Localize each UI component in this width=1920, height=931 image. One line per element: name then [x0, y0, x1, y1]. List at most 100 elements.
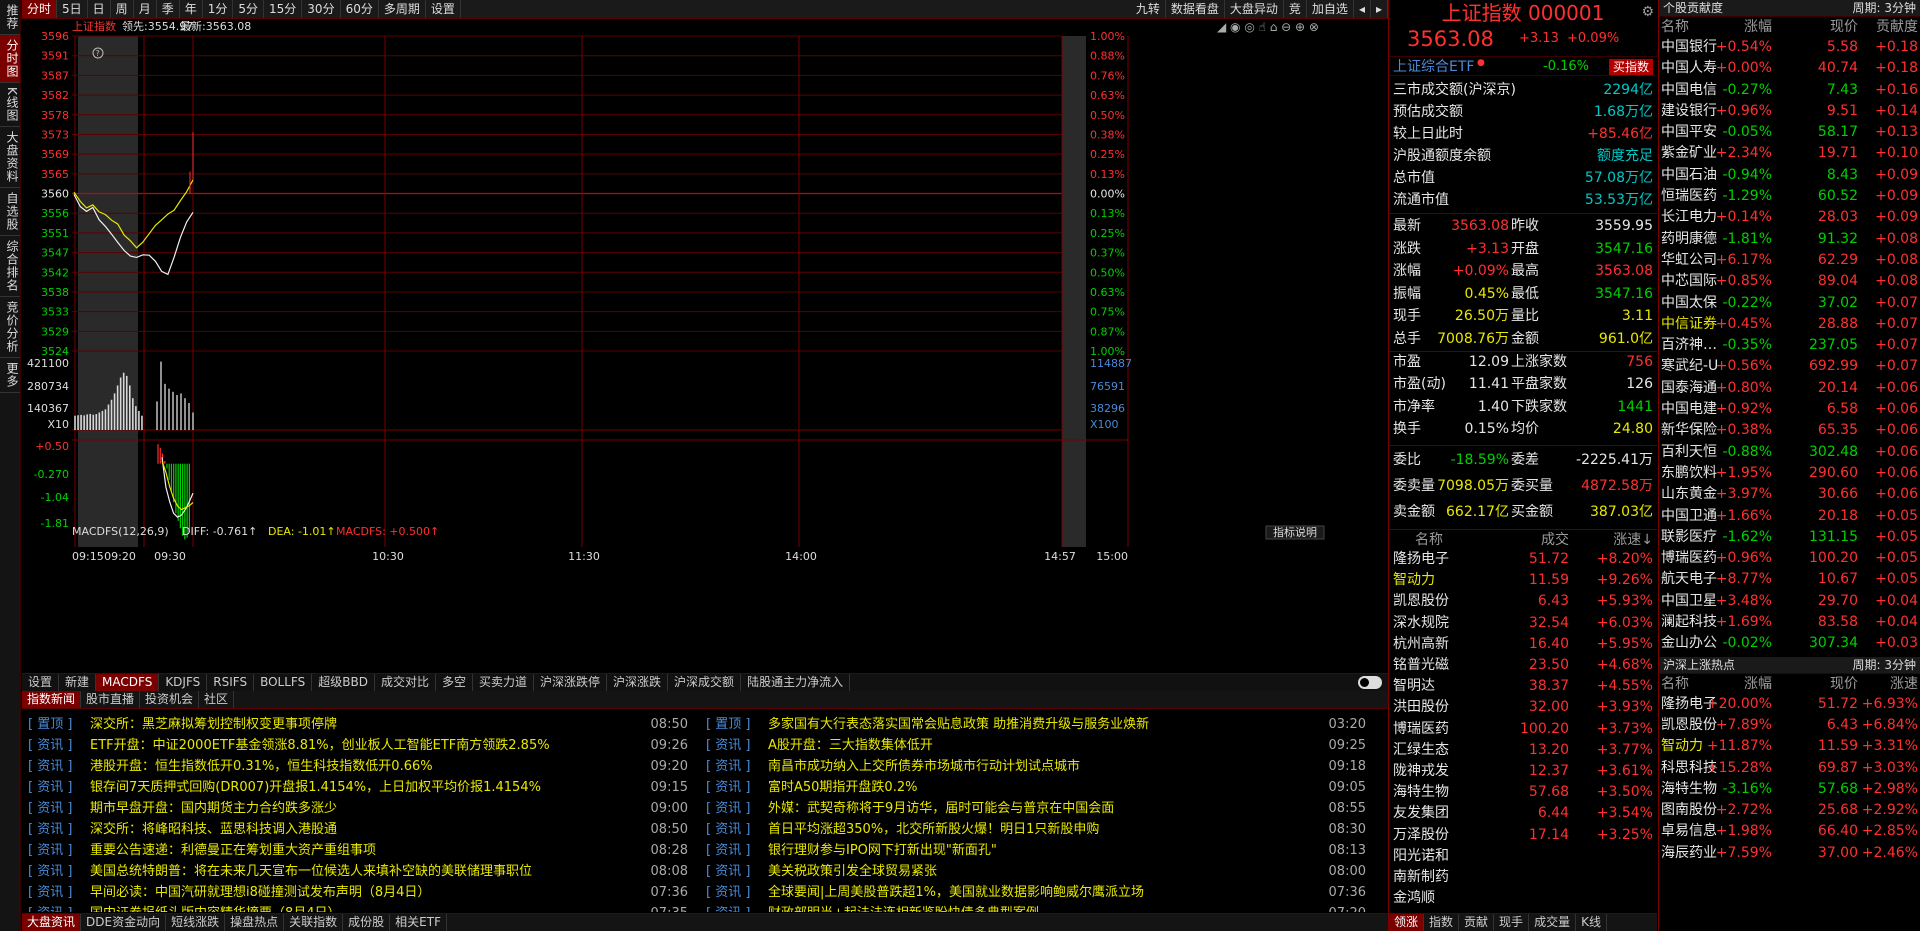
gainers-col-speed[interactable]: 涨速↓ — [1613, 531, 1653, 549]
hot-col-speed[interactable]: 涨速 — [1890, 674, 1918, 694]
contrib-row[interactable]: 百利天恒 -0.88% 302.48 +0.06 — [1659, 442, 1920, 463]
contrib-row[interactable]: 中信证券 +0.45% 28.88 +0.07 — [1659, 314, 1920, 335]
period-30min[interactable]: 30分 — [302, 0, 341, 18]
hot-row[interactable]: 隆扬电子 +20.00% 51.72 +6.93% — [1659, 694, 1920, 715]
news-title[interactable]: ETF开盘：中证2000ETF基金领涨8.81%，创业板人工智能ETF南方领跌2… — [90, 735, 650, 756]
gainer-row[interactable]: 汇绿生态 13.20 +3.77% — [1389, 740, 1657, 761]
indicator-kdjfs-tab[interactable]: KDJFS — [159, 674, 208, 691]
news-item[interactable]: [ 资讯 ] 财政部明当+起法法连相新鉴盼快债多典型案例 07:20 — [700, 903, 1372, 912]
sidebar-timeshare[interactable]: 分时图 — [0, 35, 20, 83]
news-item[interactable]: [ 资讯 ] 银存间7天质押式回购(DR007)开盘报1.4154%，上日加权平… — [22, 777, 694, 798]
news-item[interactable]: [ 置顶 ] 深交所：黑芝麻拟筹划控制权变更事项停牌 08:50 — [22, 714, 694, 735]
hot-col-pct[interactable]: 涨幅 — [1744, 674, 1772, 694]
rp-tab-index[interactable]: 指数 — [1424, 914, 1460, 931]
hot-period-select[interactable]: 周期: 3分钟 — [1853, 657, 1917, 674]
settings-button[interactable]: 设置 — [426, 0, 461, 18]
news-item[interactable]: [ 资讯 ] 期市早盘开盘：国内期货主力合约跌多涨少 09:00 — [22, 798, 694, 819]
news-title[interactable]: 港股开盘：恒生指数低开0.31%，恒生科技指数低开0.66% — [90, 756, 650, 777]
news-item[interactable]: [ 资讯 ] 美国总统特朗普：将在未来几天宣布一位候选人来填补空缺的美联储理事职… — [22, 861, 694, 882]
indicator-buysell-tab[interactable]: 买卖力道 — [473, 674, 535, 691]
contrib-row[interactable]: 航天电子 +8.77% 10.67 +0.05 — [1659, 569, 1920, 590]
news-item[interactable]: [ 资讯 ] 外媒：武契奇称将于9月访华，届时可能会与普京在中国会面 08:55 — [700, 798, 1372, 819]
indicator-new-tab[interactable]: 新建 — [59, 674, 97, 691]
news-item[interactable]: [ 资讯 ] 早间必读：中国汽研就理想i8碰撞测试发布声明（8月4日） 07:3… — [22, 882, 694, 903]
news-title[interactable]: 美国总统特朗普：将在未来几天宣布一位候选人来填补空缺的美联储理事职位 — [90, 861, 650, 882]
news-title[interactable]: 国内证券报纸头版内容精华摘要（8月4日） — [90, 903, 650, 912]
gainer-row[interactable]: 洪田股份 32.00 +3.93% — [1389, 697, 1657, 718]
gainer-row[interactable]: 南新制药 — [1389, 867, 1657, 888]
news-title[interactable]: A股开盘：三大指数集体低开 — [768, 735, 1328, 756]
intraday-chart[interactable]: 3596 3591 3587 3582 3578 3573 3569 3565 3560 3556… — [22, 20, 1388, 673]
bottom-tab-shortline[interactable]: 短线涨跌 — [166, 914, 226, 931]
bottom-tab-related-index[interactable]: 关联指数 — [284, 914, 344, 931]
news-title[interactable]: 财政部明当+起法法连相新鉴盼快债多典型案例 — [768, 903, 1328, 912]
contrib-row[interactable]: 中国电建 +0.92% 6.58 +0.06 — [1659, 399, 1920, 420]
contrib-row[interactable]: 国泰海通 +0.80% 20.14 +0.06 — [1659, 378, 1920, 399]
gainer-row[interactable]: 金鸿顺 — [1389, 888, 1657, 909]
data-board-button[interactable]: 数据看盘 — [1166, 0, 1225, 18]
news-item[interactable]: [ 置顶 ] 多家国有大行表态落实国常会贴息政策 助推消费升级与服务业焕新 03… — [700, 714, 1372, 735]
news-title[interactable]: 重要公告速递：利德曼正在筹划重大资产重组事项 — [90, 840, 650, 861]
col-pct[interactable]: 涨幅 — [1744, 17, 1772, 37]
indicator-northbound-tab[interactable]: 陆股通主力净流入 — [741, 674, 851, 691]
chart-tools-icon[interactable]: ◢ ◉ ◎ ☝ ⌂ ⊖ ⊕ ⊗ — [1217, 20, 1319, 34]
gainer-row[interactable]: 海特生物 57.68 +3.50% — [1389, 782, 1657, 803]
chart-tool-icons[interactable]: ◢ ◉ ◎ ☝ ⌂ ⊖ ⊕ ⊗ — [1217, 20, 1319, 34]
gainer-row[interactable]: 凯恩股份 6.43 +5.93% — [1389, 591, 1657, 612]
rp-tab-kline[interactable]: K线 — [1576, 914, 1607, 931]
news-title[interactable]: 外媒：武契奇称将于9月访华，届时可能会与普京在中国会面 — [768, 798, 1328, 819]
news-item[interactable]: [ 资讯 ] 富时A50期指开盘跌0.2% 09:05 — [700, 777, 1372, 798]
gainer-row[interactable]: 杭州高新 16.40 +5.95% — [1389, 634, 1657, 655]
news-item[interactable]: [ 资讯 ] 银行理财参与IPO网下打新出现"新面孔" 08:13 — [700, 840, 1372, 861]
prev-arrow-icon[interactable]: ◂ — [1354, 0, 1371, 18]
hot-row[interactable]: 智动力 +11.87% 11.59 +3.31% — [1659, 736, 1920, 757]
period-quarter[interactable]: 季 — [157, 0, 180, 18]
market-alert-button[interactable]: 大盘异动 — [1225, 0, 1284, 18]
news-title[interactable]: 早间必读：中国汽研就理想i8碰撞测试发布声明（8月4日） — [90, 882, 650, 903]
news-item[interactable]: [ 资讯 ] 港股开盘：恒生指数低开0.31%，恒生科技指数低开0.66% 09… — [22, 756, 694, 777]
gear-icon[interactable]: ⚙ — [1641, 4, 1654, 20]
sidebar-recommend[interactable]: 推荐 — [0, 0, 20, 35]
contrib-row[interactable]: 中国银行 +0.54% 5.58 +0.18 — [1659, 37, 1920, 58]
contrib-row[interactable]: 百济神… -0.35% 237.05 +0.07 — [1659, 335, 1920, 356]
news-title[interactable]: 首日平均涨超350%，北交所新股火爆！明日1只新股申购 — [768, 819, 1328, 840]
contrib-row[interactable]: 金山办公 -0.02% 307.34 +0.03 — [1659, 633, 1920, 654]
news-title[interactable]: 多家国有大行表态落实国常会贴息政策 助推消费升级与服务业焕新 — [768, 714, 1328, 735]
contrib-row[interactable]: 中国石油 -0.94% 8.43 +0.09 — [1659, 165, 1920, 186]
news-item[interactable]: [ 资讯 ] A股开盘：三大指数集体低开 09:25 — [700, 735, 1372, 756]
indicator-settings-tab[interactable]: 设置 — [22, 674, 60, 691]
news-title[interactable]: 南昌市成功纳入上交所债券市场城市行动计划试点城市 — [768, 756, 1328, 777]
col-price[interactable]: 现价 — [1830, 17, 1858, 37]
indicator-limit-tab[interactable]: 沪深涨跌停 — [534, 674, 608, 691]
add-watchlist-button[interactable]: 加自选 — [1307, 0, 1354, 18]
contrib-row[interactable]: 新华保险 +0.38% 65.35 +0.06 — [1659, 420, 1920, 441]
gainer-row[interactable]: 博瑞医药 100.20 +3.73% — [1389, 719, 1657, 740]
rp-tab-leaders[interactable]: 领涨 — [1389, 914, 1425, 931]
news-tab-live[interactable]: 股市直播 — [81, 691, 141, 708]
contrib-row[interactable]: 澜起科技 +1.69% 83.58 +0.04 — [1659, 612, 1920, 633]
contrib-row[interactable]: 中国太保 -0.22% 37.02 +0.07 — [1659, 293, 1920, 314]
contrib-row[interactable]: 建设银行 +0.96% 9.51 +0.14 — [1659, 101, 1920, 122]
bottom-tab-components[interactable]: 成份股 — [343, 914, 391, 931]
indicator-turnover-tab[interactable]: 沪深成交额 — [668, 674, 742, 691]
hot-row[interactable]: 图南股份 +2.72% 25.68 +2.92% — [1659, 800, 1920, 821]
news-title[interactable]: 富时A50期指开盘跌0.2% — [768, 777, 1328, 798]
col-name[interactable]: 名称 — [1661, 17, 1689, 37]
contrib-row[interactable]: 中国卫通 +1.66% 20.18 +0.05 — [1659, 506, 1920, 527]
contrib-row[interactable]: 联影医疗 -1.62% 131.15 +0.05 — [1659, 527, 1920, 548]
news-item[interactable]: [ 资讯 ] 全球要闻|上周美股普跌超1%，美国就业数据影响鲍威尔鹰派立场 07… — [700, 882, 1372, 903]
bottom-tab-market-news[interactable]: 大盘资讯 — [22, 914, 82, 931]
bottom-tab-hotspot[interactable]: 操盘热点 — [225, 914, 285, 931]
gainer-row[interactable]: 隆扬电子 51.72 +8.20% — [1389, 549, 1657, 570]
news-title[interactable]: 美关税政策引发全球贸易紧张 — [768, 861, 1328, 882]
sidebar-auction[interactable]: 竞价分析 — [0, 297, 20, 358]
sidebar-kline[interactable]: K线图 — [0, 83, 20, 127]
period-multi[interactable]: 多周期 — [379, 0, 426, 18]
nine-turn-button[interactable]: 九转 — [1131, 0, 1166, 18]
news-tab-index-news[interactable]: 指数新闻 — [22, 691, 82, 708]
auction-button[interactable]: 竞 — [1284, 0, 1307, 18]
news-tab-opportunity[interactable]: 投资机会 — [140, 691, 200, 708]
indicator-macdfs-tab[interactable]: MACDFS — [96, 674, 160, 691]
gainer-row[interactable]: 智明达 38.37 +4.55% — [1389, 676, 1657, 697]
sidebar-market-info[interactable]: 大盘资料 — [0, 127, 20, 188]
